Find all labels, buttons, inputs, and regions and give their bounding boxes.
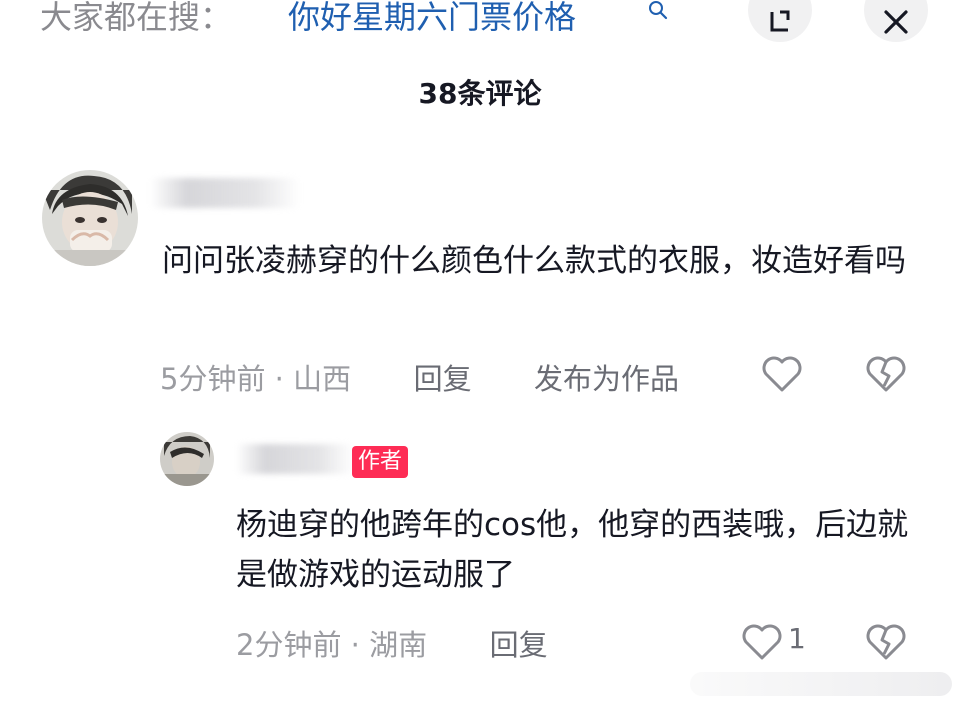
- username-blurred[interactable]: [150, 178, 300, 208]
- broken-heart-icon[interactable]: [864, 620, 908, 664]
- meta-separator: ·: [350, 628, 370, 662]
- avatar-image: [42, 170, 138, 266]
- avatar-image: [160, 432, 214, 486]
- avatar[interactable]: [160, 432, 214, 486]
- publish-as-work-button[interactable]: 发布为作品: [534, 362, 679, 396]
- close-button[interactable]: [864, 0, 928, 42]
- expand-button[interactable]: [748, 0, 812, 42]
- reply-button[interactable]: 回复: [414, 362, 472, 396]
- like-count: 1: [788, 622, 806, 655]
- comment-text: 问问张凌赫穿的什么颜色什么款式的衣服，妆造好看吗: [162, 243, 906, 279]
- reply-button[interactable]: 回复: [490, 628, 548, 662]
- heart-icon[interactable]: [760, 352, 804, 396]
- search-icon[interactable]: [648, 0, 668, 20]
- comment-time: 5分钟前: [160, 362, 266, 396]
- username-blurred[interactable]: [236, 444, 354, 474]
- comment-meta: 5分钟前 · 山西 回复 发布为作品: [160, 356, 679, 398]
- reply-time: 2分钟前: [236, 628, 342, 662]
- reply-location: 湖南: [369, 628, 428, 662]
- search-suggestion-link[interactable]: 你好星期六门票价格: [288, 0, 576, 38]
- close-icon: [884, 10, 908, 34]
- broken-heart-icon[interactable]: [864, 352, 908, 396]
- avatar[interactable]: [42, 170, 138, 266]
- expand-icon: [770, 10, 790, 32]
- heart-icon[interactable]: [740, 620, 784, 664]
- meta-separator: ·: [274, 362, 294, 396]
- reply-meta: 2分钟前 · 湖南 回复: [236, 622, 548, 664]
- comment-count-title: 38条评论: [418, 77, 542, 110]
- search-prefix: 大家都在搜：: [40, 0, 233, 36]
- reply-text: 杨迪穿的他跨年的cos他，他穿的西装哦，后边就是做游戏的运动服了: [236, 507, 909, 593]
- comment-location: 山西: [293, 362, 352, 396]
- author-badge: 作者: [352, 446, 409, 478]
- watermark: [690, 672, 952, 696]
